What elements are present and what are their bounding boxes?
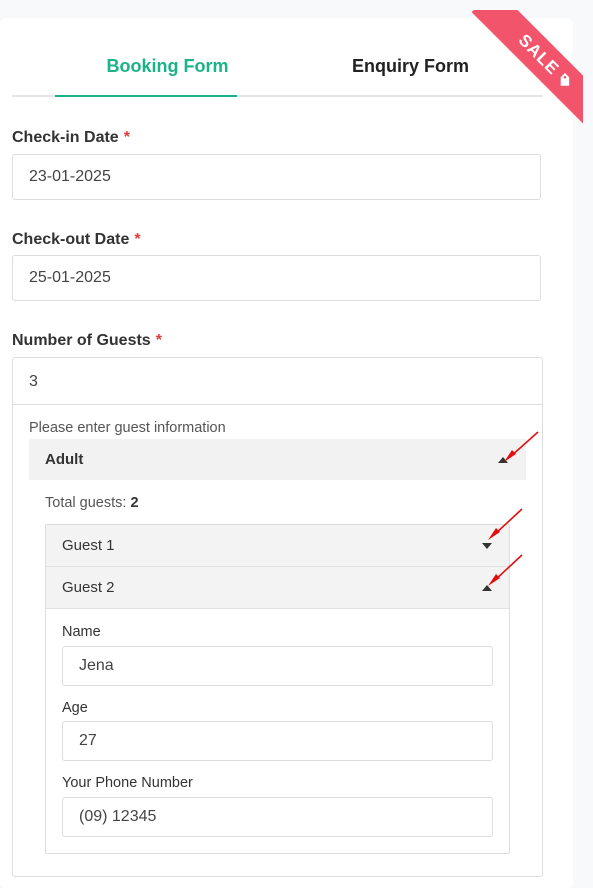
checkin-label: Check-in Date * (12, 129, 130, 146)
divider (13, 404, 542, 405)
annotation-arrow-icon (488, 508, 523, 540)
checkin-date-input[interactable]: 23-01-2025 (12, 154, 541, 200)
guests-label: Number of Guests * (12, 332, 162, 349)
checkout-date-input[interactable]: 25-01-2025 (12, 255, 541, 301)
total-guests: Total guests: 2 (45, 495, 139, 511)
tab-booking-form[interactable]: Booking Form (55, 56, 280, 77)
total-guests-count: 2 (130, 495, 139, 511)
guest-info-hint: Please enter guest information (29, 420, 226, 436)
checkout-label: Check-out Date * (12, 231, 141, 248)
guest-list: Guest 1 Guest 2 Name Jena Age 27 Your Ph… (45, 524, 510, 854)
name-input[interactable]: Jena (62, 646, 493, 686)
active-tab-indicator (55, 95, 237, 97)
guests-panel: 3 Please enter guest information Adult T… (12, 357, 543, 877)
tag-icon (560, 73, 570, 86)
required-marker: * (134, 231, 141, 248)
age-input[interactable]: 27 (62, 721, 493, 761)
annotation-arrow-icon (504, 431, 539, 462)
age-label: Age (62, 700, 88, 716)
guest-count-input[interactable]: 3 (29, 373, 38, 391)
form-tabs: Booking Form Enquiry Form (12, 40, 543, 97)
required-marker: * (123, 129, 130, 146)
guest-2-accordion-header[interactable]: Guest 2 (46, 567, 509, 609)
phone-input[interactable]: (09) 12345 (62, 797, 493, 837)
phone-label: Your Phone Number (62, 775, 193, 791)
adult-accordion-header[interactable]: Adult (29, 439, 526, 480)
guest-1-accordion-header[interactable]: Guest 1 (46, 525, 509, 567)
name-label: Name (62, 624, 101, 640)
annotation-arrow-icon (488, 554, 523, 586)
tab-enquiry-form[interactable]: Enquiry Form (298, 56, 523, 77)
required-marker: * (155, 332, 162, 349)
